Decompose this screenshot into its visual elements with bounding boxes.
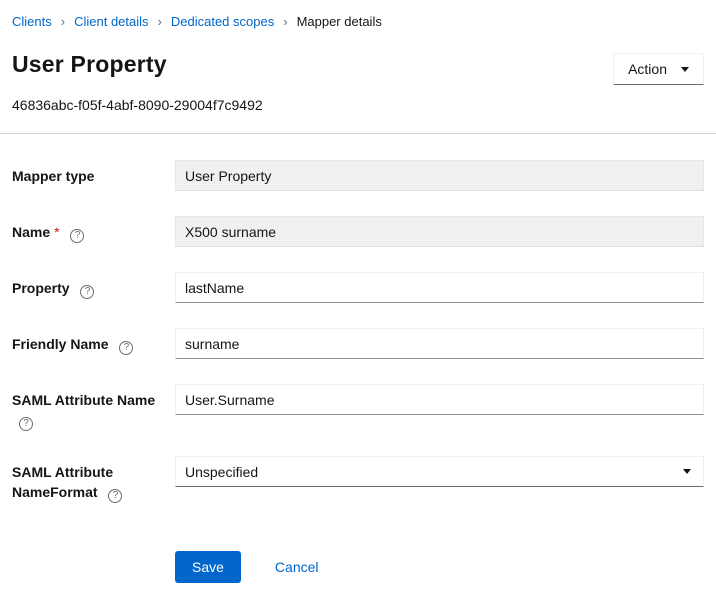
property-help-icon[interactable]: ? <box>80 285 94 299</box>
property-label-col: Property ? <box>12 272 175 299</box>
property-label: Property <box>12 280 70 296</box>
saml-attribute-name-label: SAML Attribute Name <box>12 392 155 408</box>
friendly-name-input[interactable] <box>175 328 704 359</box>
saml-attribute-nameformat-label-col: SAML Attribute NameFormat ? <box>12 456 175 503</box>
action-dropdown-label: Action <box>628 61 667 77</box>
breadcrumb-dedicated-scopes[interactable]: Dedicated scopes <box>171 14 274 29</box>
friendly-name-label-col: Friendly Name ? <box>12 328 175 355</box>
name-label: Name <box>12 224 50 240</box>
breadcrumb-client-details[interactable]: Client details <box>74 14 148 29</box>
saml-attribute-nameformat-input-col: Unspecified <box>175 456 704 487</box>
saml-attribute-nameformat-label: SAML Attribute NameFormat <box>12 464 113 500</box>
page-title: User Property <box>12 51 167 78</box>
saml-attribute-name-input-col <box>175 384 704 415</box>
required-indicator: * <box>54 224 59 240</box>
name-help-icon[interactable]: ? <box>70 229 84 243</box>
name-input-col <box>175 216 704 247</box>
saml-attribute-nameformat-selected-value: Unspecified <box>185 464 258 480</box>
name-label-col: Name* ? <box>12 216 175 243</box>
breadcrumb-clients[interactable]: Clients <box>12 14 52 29</box>
friendly-name-label: Friendly Name <box>12 336 108 352</box>
mapper-form: Mapper type Name* ? Property ? <box>12 160 704 583</box>
saml-attribute-name-help-icon[interactable]: ? <box>19 417 33 431</box>
header-divider <box>0 133 716 134</box>
friendly-name-input-col <box>175 328 704 359</box>
mapper-id: 46836abc-f05f-4abf-8090-29004f7c9492 <box>12 97 704 113</box>
breadcrumb-separator-icon: › <box>283 14 287 29</box>
caret-down-icon <box>683 469 691 474</box>
breadcrumb-mapper-details: Mapper details <box>297 14 382 29</box>
caret-down-icon <box>681 67 689 72</box>
action-dropdown-button[interactable]: Action <box>613 53 704 85</box>
name-input[interactable] <box>175 216 704 247</box>
saml-attribute-nameformat-help-icon[interactable]: ? <box>108 489 122 503</box>
saml-attribute-name-input[interactable] <box>175 384 704 415</box>
form-row-saml-attribute-name: SAML Attribute Name ? <box>12 384 704 431</box>
saml-attribute-nameformat-select[interactable]: Unspecified <box>175 456 704 487</box>
form-row-friendly-name: Friendly Name ? <box>12 328 704 359</box>
mapper-type-label: Mapper type <box>12 168 94 184</box>
saml-attribute-name-label-col: SAML Attribute Name ? <box>12 384 175 431</box>
form-row-property: Property ? <box>12 272 704 303</box>
cancel-button[interactable]: Cancel <box>275 559 319 575</box>
friendly-name-help-icon[interactable]: ? <box>119 341 133 355</box>
breadcrumb: Clients › Client details › Dedicated sco… <box>12 10 704 31</box>
property-input[interactable] <box>175 272 704 303</box>
mapper-type-input-col <box>175 160 704 191</box>
form-row-name: Name* ? <box>12 216 704 247</box>
mapper-type-label-col: Mapper type <box>12 160 175 186</box>
breadcrumb-separator-icon: › <box>61 14 65 29</box>
property-input-col <box>175 272 704 303</box>
form-row-saml-attribute-nameformat: SAML Attribute NameFormat ? Unspecified <box>12 456 704 503</box>
form-actions: Save Cancel <box>175 551 704 583</box>
mapper-type-input[interactable] <box>175 160 704 191</box>
breadcrumb-separator-icon: › <box>158 14 162 29</box>
form-row-mapper-type: Mapper type <box>12 160 704 191</box>
page-header: User Property Action <box>12 51 704 85</box>
mapper-details-page: Clients › Client details › Dedicated sco… <box>0 0 716 603</box>
save-button[interactable]: Save <box>175 551 241 583</box>
